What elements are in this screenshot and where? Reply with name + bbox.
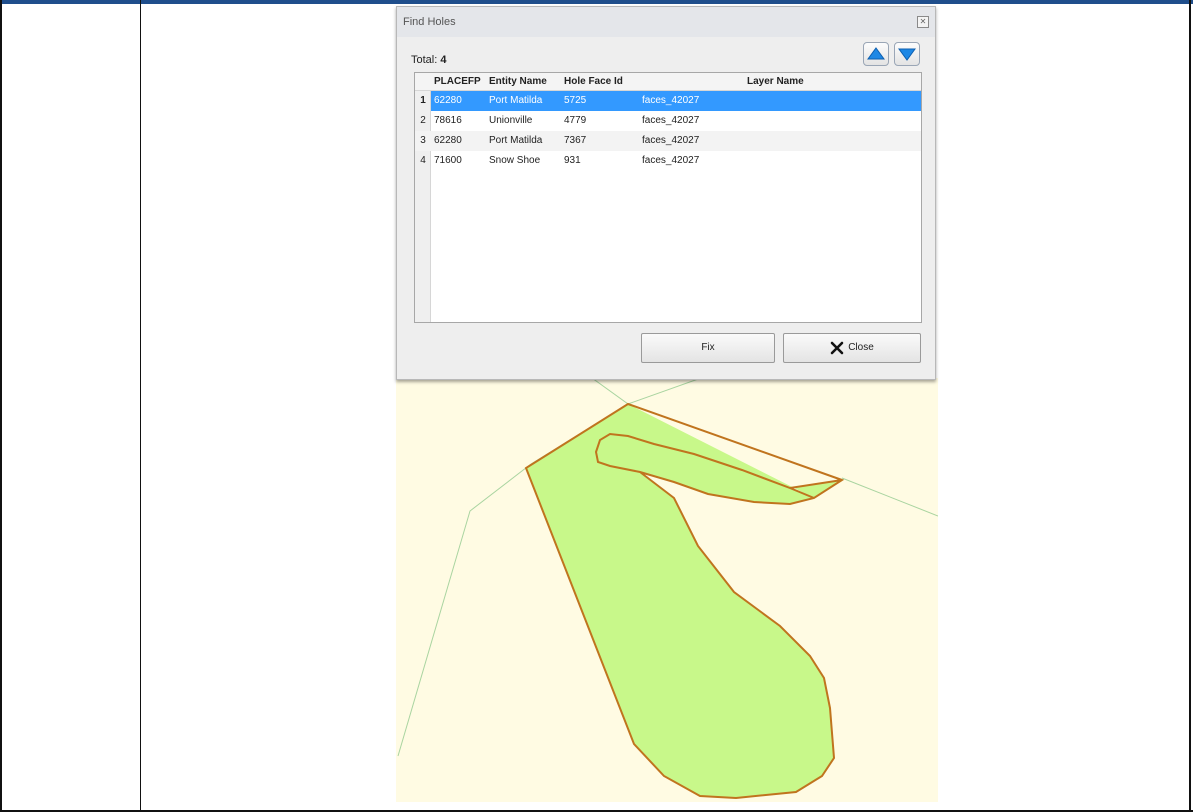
find-holes-dialog: Find Holes ✕ Total: 4 PLACEFP Entity Nam… xyxy=(396,6,936,380)
cell-hole-face-id: 7367 xyxy=(564,135,587,146)
table-column-divider xyxy=(140,0,141,812)
cell-placefp: 62280 xyxy=(434,95,462,106)
total-count: Total: 4 xyxy=(411,54,446,66)
table-border-right xyxy=(1189,0,1191,812)
cell-entity-name: Unionville xyxy=(489,115,533,126)
cell-hole-face-id: 5725 xyxy=(564,95,587,106)
table-row[interactable]: 4 71600 Snow Shoe 931 faces_42027 xyxy=(415,151,921,171)
fix-button-label: Fix xyxy=(701,342,715,353)
row-number: 1 xyxy=(420,95,426,106)
cell-layer-name: faces_42027 xyxy=(642,115,700,126)
row-number: 4 xyxy=(420,155,426,166)
close-button[interactable]: Close xyxy=(783,333,921,363)
cell-layer-name: faces_42027 xyxy=(642,95,700,106)
cell-placefp: 62280 xyxy=(434,135,462,146)
table-border-left xyxy=(0,0,2,812)
cell-layer-name: faces_42027 xyxy=(642,155,700,166)
page-frame-top-bar xyxy=(0,0,1193,4)
column-header-hole-face-id[interactable]: Hole Face Id xyxy=(564,76,623,87)
cell-layer-name: faces_42027 xyxy=(642,135,700,146)
cell-hole-face-id: 4779 xyxy=(564,115,587,126)
cell-placefp: 78616 xyxy=(434,115,462,126)
move-up-button[interactable] xyxy=(863,42,889,66)
arrow-up-icon xyxy=(867,47,885,60)
column-header-entity-name[interactable]: Entity Name xyxy=(489,76,547,87)
row-number: 3 xyxy=(420,135,426,146)
close-icon[interactable]: ✕ xyxy=(917,16,929,28)
map-canvas[interactable] xyxy=(396,378,938,802)
move-down-button[interactable] xyxy=(894,42,920,66)
column-header-placefp[interactable]: PLACEFP xyxy=(434,76,481,87)
column-header-layer-name[interactable]: Layer Name xyxy=(747,76,804,87)
cell-entity-name: Port Matilda xyxy=(489,95,543,106)
close-x-icon xyxy=(830,341,844,355)
fix-button[interactable]: Fix xyxy=(641,333,775,363)
close-button-label: Close xyxy=(848,342,874,353)
cell-entity-name: Port Matilda xyxy=(489,135,543,146)
dialog-titlebar[interactable]: Find Holes ✕ xyxy=(397,7,935,37)
row-number: 2 xyxy=(420,115,426,126)
table-row[interactable]: 2 78616 Unionville 4779 faces_42027 xyxy=(415,111,921,131)
table-row[interactable]: 1 62280 Port Matilda 5725 faces_42027 xyxy=(415,91,921,111)
cell-entity-name: Snow Shoe xyxy=(489,155,541,166)
dialog-title: Find Holes xyxy=(403,16,456,28)
total-label: Total: xyxy=(411,54,441,66)
cell-placefp: 71600 xyxy=(434,155,462,166)
arrow-down-icon xyxy=(898,48,916,61)
total-value: 4 xyxy=(440,54,447,66)
holes-table[interactable]: PLACEFP Entity Name Hole Face Id Layer N… xyxy=(414,72,922,323)
table-row[interactable]: 3 62280 Port Matilda 7367 faces_42027 xyxy=(415,131,921,151)
table-header: PLACEFP Entity Name Hole Face Id Layer N… xyxy=(415,73,921,91)
cell-hole-face-id: 931 xyxy=(564,155,581,166)
